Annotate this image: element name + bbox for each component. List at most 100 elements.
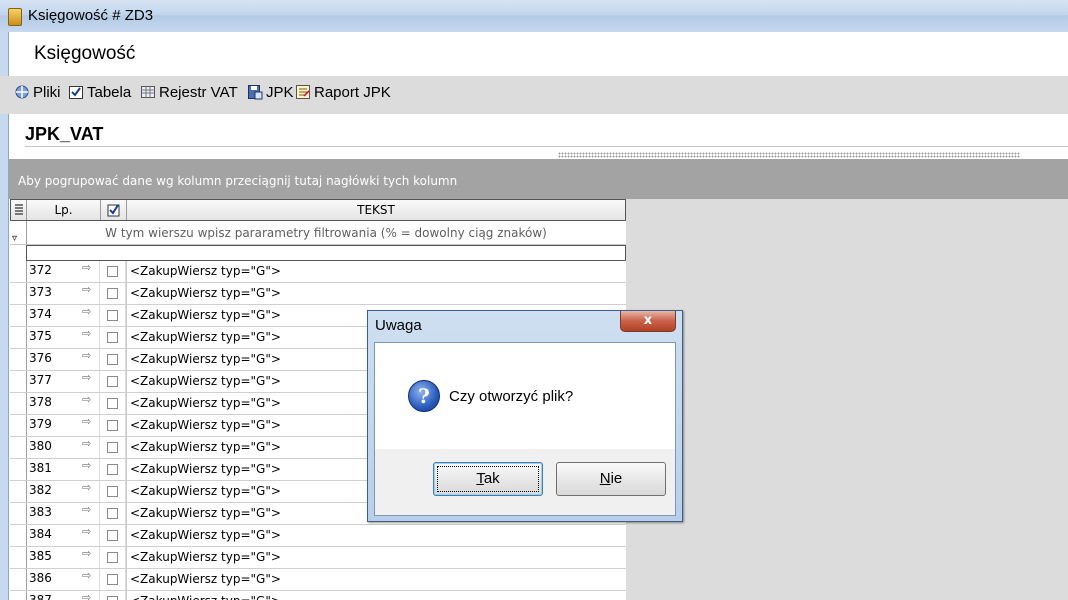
row-selector[interactable]	[10, 503, 27, 524]
cell-lp[interactable]: 385 ⇨	[26, 547, 100, 568]
cell-checkbox[interactable]	[100, 525, 126, 546]
cell-tekst[interactable]: <ZakupWiersz typ="G">	[126, 261, 626, 282]
cell-checkbox[interactable]	[100, 415, 126, 436]
row-selector[interactable]	[10, 569, 27, 590]
toolbar-table-button[interactable]: Tabela	[68, 81, 131, 103]
no-button[interactable]: Nie	[556, 462, 666, 496]
splitter-handle[interactable]	[558, 152, 1020, 158]
cell-lp[interactable]: 386 ⇨	[26, 569, 100, 590]
row-checkbox[interactable]	[107, 310, 118, 321]
row-text: <ZakupWiersz typ="G">	[130, 286, 281, 300]
cell-lp[interactable]: 372 ⇨	[26, 261, 100, 282]
row-selector[interactable]	[10, 327, 27, 348]
row-selector[interactable]	[10, 547, 27, 568]
cell-lp[interactable]: 382 ⇨	[26, 481, 100, 502]
toolbar-files-button[interactable]: Pliki	[14, 81, 61, 103]
cell-lp[interactable]: 387 ⇨	[26, 591, 100, 600]
row-checkbox[interactable]	[107, 398, 118, 409]
cell-tekst[interactable]: <ZakupWiersz typ="G">	[126, 547, 626, 568]
table-row[interactable]: 372 ⇨ <ZakupWiersz typ="G">	[10, 261, 626, 283]
row-checkbox[interactable]	[107, 266, 118, 277]
cell-checkbox[interactable]	[100, 349, 126, 370]
cell-lp[interactable]: 378 ⇨	[26, 393, 100, 414]
cell-lp[interactable]: 375 ⇨	[26, 327, 100, 348]
row-checkbox[interactable]	[107, 508, 118, 519]
cell-checkbox[interactable]	[100, 591, 126, 600]
row-checkbox[interactable]	[107, 420, 118, 431]
cell-checkbox[interactable]	[100, 569, 126, 590]
row-selector[interactable]	[10, 371, 27, 392]
toolbar-vat-register-button[interactable]: Rejestr VAT	[140, 81, 238, 103]
row-checkbox[interactable]	[107, 486, 118, 497]
row-selector[interactable]	[10, 283, 27, 304]
cell-lp[interactable]: 376 ⇨	[26, 349, 100, 370]
filter-hint: W tym wierszu wpisz pararametry filtrowa…	[105, 226, 547, 240]
cell-lp[interactable]: 384 ⇨	[26, 525, 100, 546]
cell-checkbox[interactable]	[100, 393, 126, 414]
cell-checkbox[interactable]	[100, 547, 126, 568]
cell-checkbox[interactable]	[100, 459, 126, 480]
window-titlebar[interactable]: Księgowość # ZD3	[0, 0, 1068, 33]
toolbar-table-label: Tabela	[87, 83, 132, 101]
row-checkbox[interactable]	[107, 354, 118, 365]
cell-lp[interactable]: 380 ⇨	[26, 437, 100, 458]
row-selector[interactable]	[10, 415, 27, 436]
cell-lp[interactable]: 383 ⇨	[26, 503, 100, 524]
filter-row[interactable]: ▿ W tym wierszu wpisz pararametry filtro…	[10, 221, 626, 245]
row-selector[interactable]	[10, 305, 27, 326]
column-header-lp[interactable]: Lp.	[27, 200, 101, 220]
column-header-tekst[interactable]: TEKST	[127, 200, 625, 220]
cell-tekst[interactable]: <ZakupWiersz typ="G">	[126, 569, 626, 590]
cell-tekst[interactable]: <ZakupWiersz typ="G">	[126, 283, 626, 304]
row-selector[interactable]	[10, 349, 27, 370]
cell-checkbox[interactable]	[100, 283, 126, 304]
row-checkbox[interactable]	[107, 332, 118, 343]
row-checkbox[interactable]	[107, 574, 118, 585]
row-text: <ZakupWiersz typ="G">	[130, 330, 281, 344]
cell-lp[interactable]: 374 ⇨	[26, 305, 100, 326]
yes-button[interactable]: Tak	[433, 462, 543, 496]
cell-checkbox[interactable]	[100, 327, 126, 348]
cell-checkbox[interactable]	[100, 481, 126, 502]
row-checkbox[interactable]	[107, 464, 118, 475]
toolbar-jpk-button[interactable]: JPK	[247, 81, 294, 103]
cell-lp[interactable]: 373 ⇨	[26, 283, 100, 304]
row-checkbox[interactable]	[107, 442, 118, 453]
row-selector[interactable]	[10, 393, 27, 414]
cell-checkbox[interactable]	[100, 371, 126, 392]
arrow-right-icon: ⇨	[82, 327, 92, 340]
row-checkbox[interactable]	[107, 376, 118, 387]
table-row[interactable]: 373 ⇨ <ZakupWiersz typ="G">	[10, 283, 626, 305]
app-title: Księgowość	[34, 43, 136, 64]
cell-checkbox[interactable]	[100, 261, 126, 282]
row-checkbox[interactable]	[107, 288, 118, 299]
cell-checkbox[interactable]	[100, 437, 126, 458]
cell-checkbox[interactable]	[100, 305, 126, 326]
cell-lp[interactable]: 381 ⇨	[26, 459, 100, 480]
row-selector[interactable]	[10, 591, 27, 600]
cell-tekst[interactable]: <ZakupWiersz typ="G">	[126, 525, 626, 546]
column-chooser-button[interactable]	[11, 200, 27, 220]
row-checkbox[interactable]	[107, 596, 118, 600]
cell-lp[interactable]: 377 ⇨	[26, 371, 100, 392]
toolbar-jpk-report-button[interactable]: Raport JPK	[295, 81, 391, 103]
table-row[interactable]: 386 ⇨ <ZakupWiersz typ="G">	[10, 569, 626, 591]
table-row[interactable]: 385 ⇨ <ZakupWiersz typ="G">	[10, 547, 626, 569]
cell-checkbox[interactable]	[100, 503, 126, 524]
row-selector[interactable]	[10, 459, 27, 480]
dialog-close-button[interactable]: x	[620, 311, 676, 332]
column-header-checkbox[interactable]	[101, 200, 127, 220]
group-by-panel[interactable]: Aby pogrupować dane wg kolumn przeciągni…	[9, 159, 1068, 199]
cell-lp[interactable]: 379 ⇨	[26, 415, 100, 436]
row-selector[interactable]	[10, 525, 27, 546]
row-selector[interactable]	[10, 437, 27, 458]
files-icon	[15, 85, 29, 99]
table-row[interactable]: 387 ⇨ <ZakupWiersz typ="G">	[10, 591, 626, 600]
row-selector[interactable]	[10, 481, 27, 502]
row-checkbox[interactable]	[107, 552, 118, 563]
table-row[interactable]: 384 ⇨ <ZakupWiersz typ="G">	[10, 525, 626, 547]
cell-tekst[interactable]: <ZakupWiersz typ="G">	[126, 591, 626, 600]
row-checkbox[interactable]	[107, 530, 118, 541]
filter-input-row[interactable]	[26, 245, 626, 261]
row-selector[interactable]	[10, 261, 27, 282]
